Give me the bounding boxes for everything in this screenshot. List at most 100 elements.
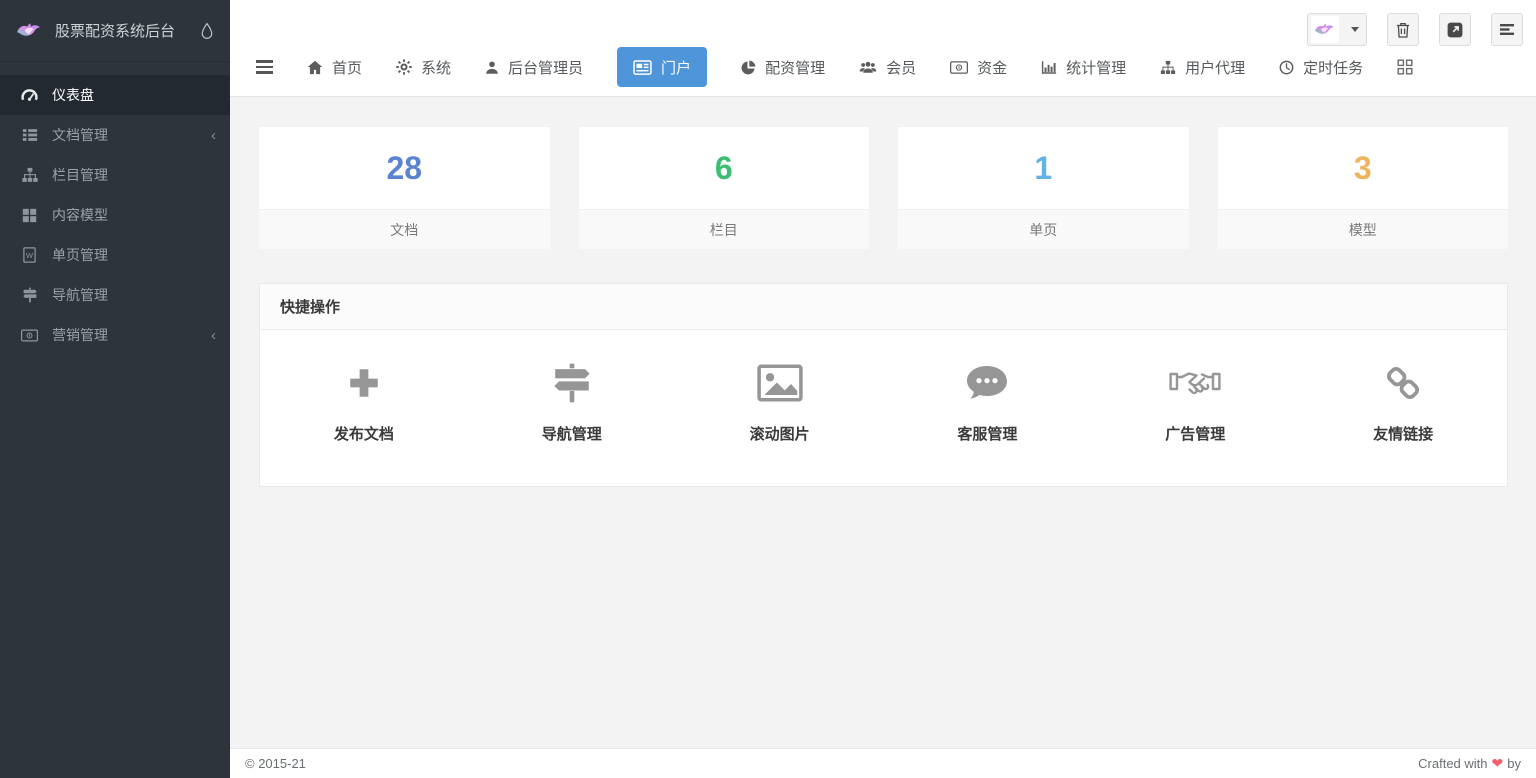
pie-chart-icon [741,60,756,75]
trash-icon [1396,22,1410,38]
sidebar-item-label: 内容模型 [52,205,108,225]
stat-label: 单页 [898,209,1189,249]
credit-suffix: by [1507,756,1521,771]
quick-action-navigation[interactable]: 导航管理 [468,360,676,444]
sidebar-item-label: 仪表盘 [52,85,94,105]
sidebar-item-single-pages[interactable]: W 单页管理 [0,235,230,275]
sidebar-item-marketing[interactable]: 营销管理 ‹ [0,315,230,355]
tab-label: 配资管理 [765,57,825,78]
chevron-left-icon: ‹ [211,328,216,343]
user-icon [485,60,499,75]
dashboard-content: 28 文档 6 栏目 1 单页 3 模型 快捷操作 [230,97,1536,748]
top-bar: 首页 系统 后台管理员 门户 [230,0,1536,97]
quick-action-slideshow-images[interactable]: 滚动图片 [676,360,884,444]
bird-logo-icon [16,20,43,42]
tab-label: 首页 [332,57,362,78]
panel-title: 快捷操作 [260,284,1507,330]
sitemap-icon [20,167,39,183]
sidebar-item-label: 营销管理 [52,325,108,345]
clock-icon [1279,60,1294,75]
tab-financing[interactable]: 配资管理 [741,47,825,87]
stat-card-models: 3 模型 [1218,127,1509,249]
tab-label: 系统 [421,57,451,78]
top-nav: 首页 系统 后台管理员 门户 [230,38,1536,96]
dashboard-icon [20,87,39,104]
tab-funds[interactable]: 资金 [950,47,1007,87]
sidebar-item-columns[interactable]: 栏目管理 [0,155,230,195]
droplet-icon[interactable] [200,22,214,40]
sidebar-item-label: 文档管理 [52,125,108,145]
file-word-icon: W [20,247,39,263]
chevron-left-icon: ‹ [211,128,216,143]
sidebar-item-documents[interactable]: 文档管理 ‹ [0,115,230,155]
quick-actions-grid: 发布文档 导航管理 滚动图片 [260,330,1507,486]
tab-label: 用户代理 [1185,57,1245,78]
caret-down-icon [1351,27,1359,32]
menu-list-icon [1499,23,1515,36]
footer: © 2015-21 Crafted with ❤ by [230,748,1536,778]
stat-value: 6 [579,127,870,209]
svg-text:W: W [26,251,34,260]
comment-icon [965,360,1009,406]
footer-credit: Crafted with ❤ by [1418,755,1521,772]
sidebar-item-label: 导航管理 [52,285,108,305]
quick-action-customer-service[interactable]: 客服管理 [883,360,1091,444]
sidebar-menu: 仪表盘 文档管理 ‹ 栏目管理 内容模型 W 单页管理 [0,75,230,355]
stat-card-documents: 28 文档 [259,127,550,249]
users-icon [859,60,877,75]
tab-members[interactable]: 会员 [859,47,916,87]
quick-action-advertising[interactable]: 广告管理 [1091,360,1299,444]
quick-action-label: 滚动图片 [750,423,810,444]
tab-label: 定时任务 [1303,57,1363,78]
signpost-icon [551,360,593,406]
tab-label: 资金 [977,57,1007,78]
tab-label: 后台管理员 [508,57,583,78]
quick-action-publish-document[interactable]: 发布文档 [260,360,468,444]
tab-statistics[interactable]: 统计管理 [1041,47,1126,87]
sidebar-item-navigation[interactable]: 导航管理 [0,275,230,315]
handshake-icon [1169,360,1221,406]
quick-action-friendly-links[interactable]: 友情链接 [1299,360,1507,444]
stat-card-single-pages: 1 单页 [898,127,1189,249]
tab-scheduled-tasks[interactable]: 定时任务 [1279,47,1363,87]
list-icon [20,127,39,143]
app-title: 股票配资系统后台 [55,20,200,41]
quick-action-label: 导航管理 [542,423,602,444]
image-icon [757,360,803,406]
sidebar-item-dashboard[interactable]: 仪表盘 [0,75,230,115]
credit-prefix: Crafted with [1418,756,1487,771]
grid-menu-icon[interactable] [1397,59,1413,75]
sidebar-item-label: 栏目管理 [52,165,108,185]
newspaper-icon [633,60,652,75]
stat-value: 1 [898,127,1189,209]
stat-label: 文档 [259,209,550,249]
plus-icon [345,360,383,406]
external-link-icon [1447,22,1463,38]
sidebar-item-content-models[interactable]: 内容模型 [0,195,230,235]
main-column: 首页 系统 后台管理员 门户 [230,0,1536,778]
stat-value: 3 [1218,127,1509,209]
sitemap-icon [1160,60,1176,75]
stat-label: 模型 [1218,209,1509,249]
tab-system[interactable]: 系统 [396,47,451,87]
bar-chart-icon [1041,60,1057,75]
money-icon [20,329,39,342]
sidebar-header: 股票配资系统后台 [0,0,230,62]
quick-action-label: 友情链接 [1373,423,1433,444]
tab-portal[interactable]: 门户 [617,47,707,87]
hamburger-icon[interactable] [256,60,273,74]
stat-label: 栏目 [579,209,870,249]
chain-icon [1382,360,1424,406]
sidebar-item-label: 单页管理 [52,245,108,265]
quick-action-label: 发布文档 [334,423,394,444]
tab-home[interactable]: 首页 [307,47,362,87]
stat-card-columns: 6 栏目 [579,127,870,249]
signpost-icon [20,287,39,303]
gear-icon [396,59,412,75]
sidebar: 股票配资系统后台 仪表盘 文档管理 ‹ 栏目管理 [0,0,230,778]
tab-user-agents[interactable]: 用户代理 [1160,47,1245,87]
stat-cards-row: 28 文档 6 栏目 1 单页 3 模型 [259,127,1508,249]
tab-admins[interactable]: 后台管理员 [485,47,583,87]
money-icon [950,61,968,74]
th-large-icon [20,208,39,223]
